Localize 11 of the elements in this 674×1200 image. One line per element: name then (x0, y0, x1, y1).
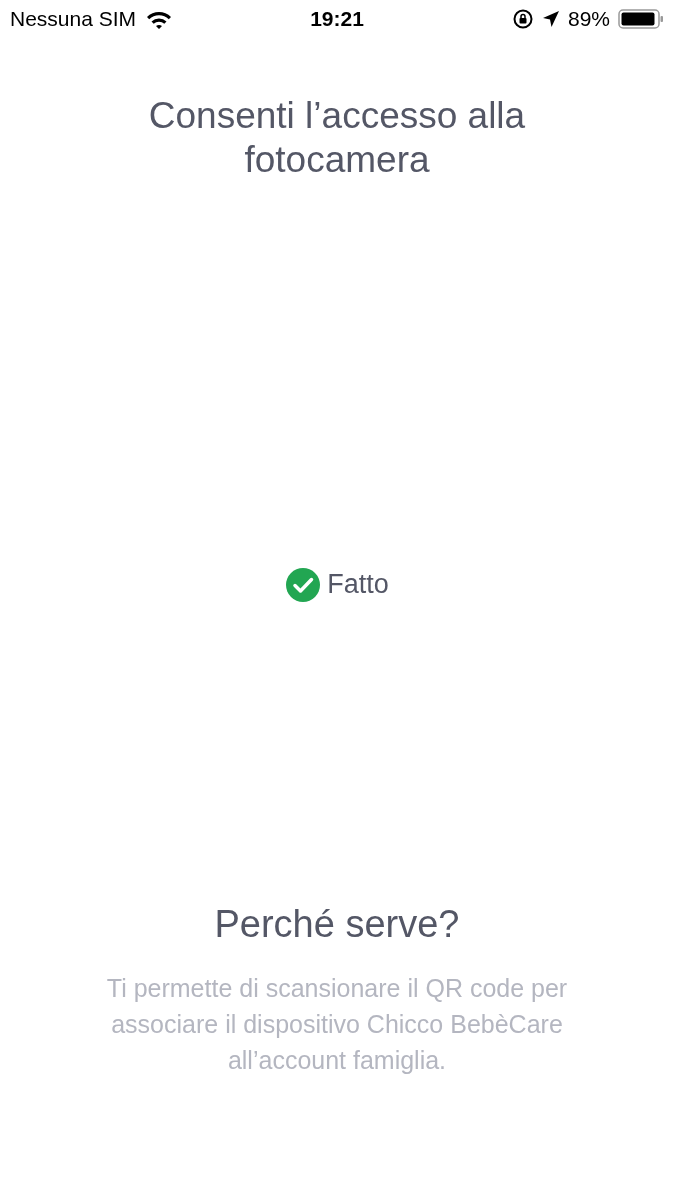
clock-time: 19:21 (310, 7, 364, 31)
battery-icon (618, 9, 664, 29)
status-label: Fatto (327, 569, 389, 601)
battery-percentage: 89% (567, 7, 610, 31)
section-heading: Perché serve? (214, 902, 460, 946)
rotation-lock-icon (511, 8, 534, 30)
page-title: Consenti l’accesso alla fotocamera (147, 94, 527, 183)
location-arrow-icon (541, 10, 560, 28)
carrier-name: Nessuna SIM (10, 7, 137, 31)
explanation-text: Ti permette di scansionare il QR code per associare il dispositivo Chicco BebèCare all’account famiglia. (105, 972, 569, 1076)
wifi-icon (146, 9, 173, 29)
